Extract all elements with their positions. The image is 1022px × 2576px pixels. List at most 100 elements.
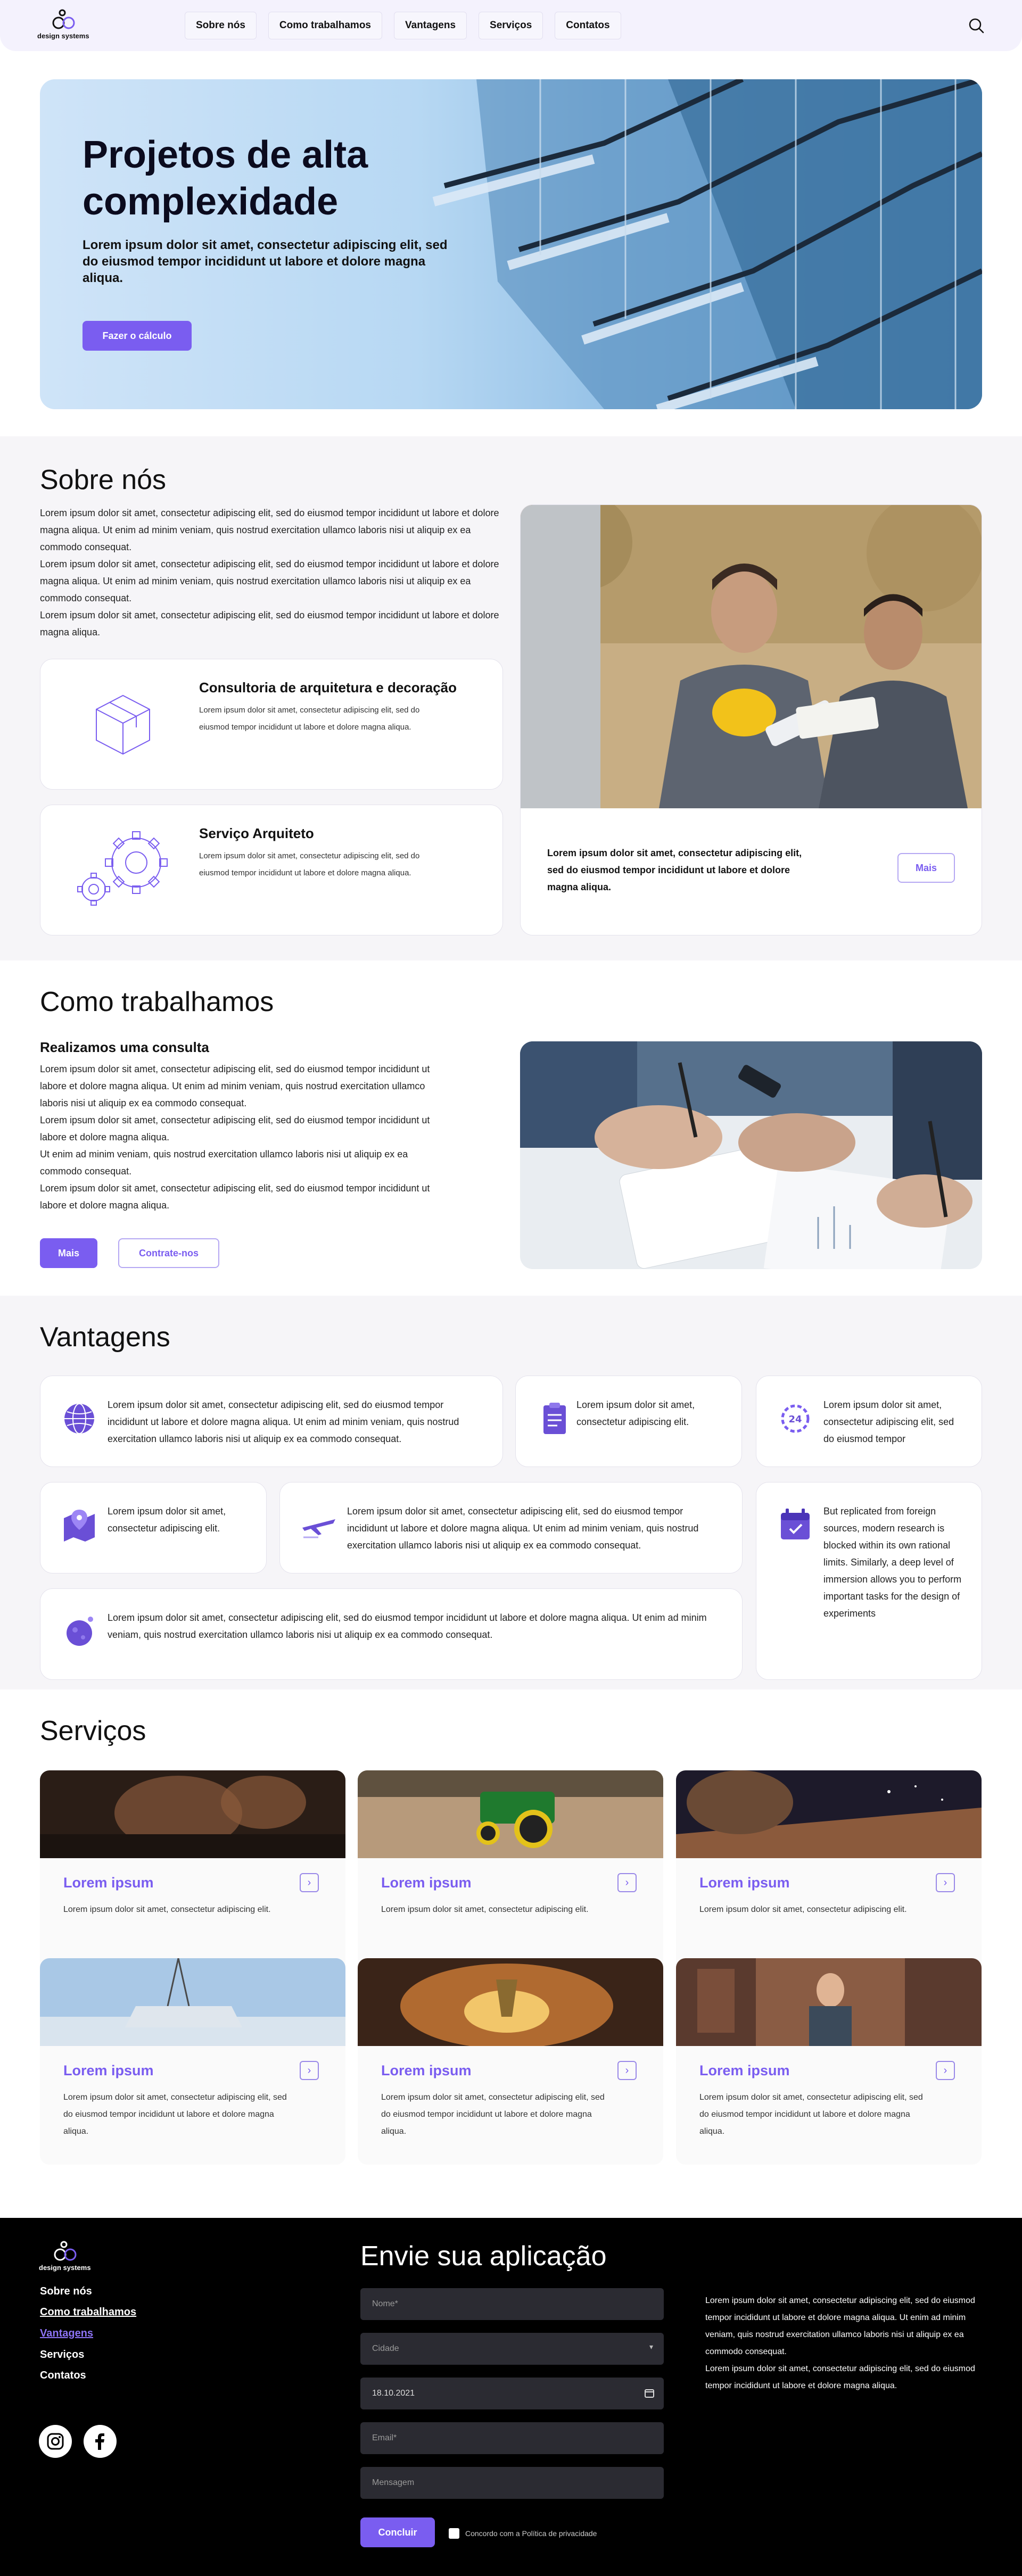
submit-button[interactable]: Concluir [360, 2517, 435, 2547]
hero-title: Projetos de alta complexidade [83, 134, 368, 223]
service-title: Lorem ipsum [699, 2063, 790, 2078]
consent-checkbox[interactable] [449, 2528, 459, 2539]
email-field[interactable]: Email* [360, 2422, 664, 2454]
card-text: Lorem ipsum dolor sit amet, consectetur … [199, 851, 420, 877]
how-subtitle: Realizamos uma consulta [40, 1039, 209, 1055]
chevron-right-icon[interactable]: › [617, 2061, 637, 2080]
about-section: Sobre nós Lorem ipsum dolor sit amet, co… [0, 436, 1022, 960]
nav-item-servicos[interactable]: Serviços [479, 12, 543, 39]
city-placeholder: Cidade [372, 2344, 399, 2353]
service-title: Lorem ipsum [699, 1875, 790, 1891]
advantage-card: But replicated from foreign sources, mod… [756, 1482, 982, 1680]
chevron-right-icon[interactable]: › [936, 2061, 955, 2080]
consent-label: Concordo com a Política de privacidade [465, 2529, 597, 2538]
footer-logo[interactable]: design systems [39, 2241, 91, 2272]
advantage-text: Lorem ipsum dolor sit amet, consectetur … [108, 1506, 226, 1534]
footer-link-como-trabalhamos[interactable]: Como trabalhamos [40, 2306, 136, 2318]
advantages-section: Vantagens Lorem ipsum dolor sit amet, co… [0, 1296, 1022, 1689]
nav-item-contatos[interactable]: Contatos [555, 12, 621, 39]
footer-text: Lorem ipsum dolor sit amet, consectetur … [705, 2296, 975, 2390]
calendar-icon [781, 1509, 810, 1539]
about-text: Lorem ipsum dolor sit amet, consectetur … [40, 508, 499, 637]
nav-item-sobre[interactable]: Sobre nós [185, 12, 257, 39]
calendar-icon [645, 2389, 654, 2398]
advantage-text: Lorem ipsum dolor sit amet, consectetur … [576, 1399, 695, 1427]
how-we-work-section: Como trabalhamos Realizamos uma consulta… [0, 960, 1022, 1296]
card-title: Serviço Arquiteto [199, 825, 314, 841]
workers-photo [521, 505, 982, 808]
service-title: Lorem ipsum [63, 2063, 154, 2078]
main-nav: Sobre nós Como trabalhamos Vantagens Ser… [185, 12, 621, 39]
date-value: 18.10.2021 [372, 2389, 415, 2398]
nav-item-vantagens[interactable]: Vantagens [394, 12, 467, 39]
advantage-card: Lorem ipsum dolor sit amet, consectetur … [515, 1376, 742, 1467]
hero-banner: Projetos de alta complexidade Lorem ipsu… [40, 79, 982, 409]
planet-icon [67, 1617, 93, 1646]
about-title: Sobre nós [40, 465, 167, 495]
nav-item-como-trabalhamos[interactable]: Como trabalhamos [268, 12, 382, 39]
advantage-card: Lorem ipsum dolor sit amet, consectetur … [279, 1482, 743, 1573]
advantage-text: Lorem ipsum dolor sit amet, consectetur … [347, 1506, 699, 1551]
clock-24-icon: 24 [781, 1404, 810, 1433]
services-title: Serviços [40, 1716, 146, 1746]
logo[interactable]: design systems [37, 9, 89, 40]
how-text: Lorem ipsum dolor sit amet, consectetur … [40, 1064, 430, 1211]
message-field[interactable]: Mensagem [360, 2467, 664, 2499]
how-more-button[interactable]: Mais [40, 1238, 97, 1268]
service-card[interactable]: Lorem ipsum › Lorem ipsum dolor sit amet… [676, 1958, 982, 2165]
cube-icon [96, 694, 150, 755]
advantage-text: Lorem ipsum dolor sit amet, consectetur … [823, 1399, 954, 1444]
card-title: Consultoria de arquitetura e decoração [199, 680, 457, 695]
advantage-text: But replicated from foreign sources, mod… [823, 1506, 962, 1619]
service-title: Lorem ipsum [381, 2063, 472, 2078]
gears-icon [77, 831, 168, 906]
search-icon[interactable] [968, 17, 985, 34]
service-card[interactable]: Lorem ipsum › Lorem ipsum dolor sit amet… [358, 1770, 663, 1977]
footer-link-sobre[interactable]: Sobre nós [40, 2285, 92, 2298]
service-card[interactable]: Lorem ipsum › Lorem ipsum dolor sit amet… [40, 1770, 345, 1977]
service-card-architect[interactable]: Serviço Arquiteto Lorem ipsum dolor sit … [40, 805, 503, 935]
city-select[interactable]: Cidade ▾ [360, 2333, 664, 2365]
airplane-icon [302, 1519, 335, 1538]
advantage-card: Lorem ipsum dolor sit amet, consectetur … [40, 1482, 267, 1573]
worker-photo [676, 1958, 982, 2046]
photo-caption: Lorem ipsum dolor sit amet, consectetur … [547, 848, 802, 892]
crane-photo [40, 1958, 345, 2046]
footer-link-contatos[interactable]: Contatos [40, 2370, 86, 2382]
calculate-button[interactable]: Fazer o cálculo [83, 321, 192, 351]
footer: design systems Sobre nós Como trabalhamo… [0, 2218, 1022, 2576]
clipboard-icon [543, 1403, 566, 1434]
logo-text: design systems [39, 2264, 91, 2272]
service-text: Lorem ipsum dolor sit amet, consectetur … [699, 1905, 907, 1914]
hero-subtitle: Lorem ipsum dolor sit amet, consectetur … [83, 238, 448, 285]
service-card[interactable]: Lorem ipsum › Lorem ipsum dolor sit amet… [358, 1958, 663, 2165]
service-card[interactable]: Lorem ipsum › Lorem ipsum dolor sit amet… [40, 1958, 345, 2165]
header: design systems Sobre nós Como trabalhamo… [0, 0, 1022, 51]
advantages-title: Vantagens [40, 1322, 170, 1353]
services-section: Serviços Lorem ipsum › Lorem ipsum dolor… [0, 1689, 1022, 2218]
form-title: Envie sua aplicação [360, 2241, 607, 2272]
footer-link-servicos[interactable]: Serviços [40, 2349, 84, 2361]
date-field[interactable]: 18.10.2021 [360, 2378, 664, 2409]
footer-link-vantagens[interactable]: Vantagens [40, 2327, 93, 2340]
name-field[interactable]: Nome* [360, 2288, 664, 2320]
chevron-right-icon[interactable]: › [936, 1873, 955, 1892]
service-text: Lorem ipsum dolor sit amet, consectetur … [381, 1905, 589, 1914]
about-photo-card: Lorem ipsum dolor sit amet, consectetur … [520, 504, 982, 935]
chevron-right-icon[interactable]: › [617, 1873, 637, 1892]
chevron-right-icon[interactable]: › [300, 2061, 319, 2080]
svg-text:24: 24 [788, 1414, 802, 1425]
hire-us-button[interactable]: Contrate-nos [118, 1238, 219, 1268]
chevron-right-icon[interactable]: › [300, 1873, 319, 1892]
about-more-button[interactable]: Mais [897, 853, 955, 883]
welding-photo [676, 1770, 982, 1858]
service-card[interactable]: Lorem ipsum › Lorem ipsum dolor sit amet… [676, 1770, 982, 1977]
map-pin-icon [64, 1510, 95, 1542]
logo-icon [52, 9, 75, 29]
chevron-down-icon: ▾ [649, 2342, 653, 2351]
instagram-icon[interactable] [39, 2425, 72, 2458]
service-card-consulting[interactable]: Consultoria de arquitetura e decoração L… [40, 659, 503, 790]
facebook-icon[interactable] [84, 2425, 117, 2458]
card-text: Lorem ipsum dolor sit amet, consectetur … [199, 706, 420, 732]
advantage-card: 24 Lorem ipsum dolor sit amet, consectet… [756, 1376, 982, 1467]
